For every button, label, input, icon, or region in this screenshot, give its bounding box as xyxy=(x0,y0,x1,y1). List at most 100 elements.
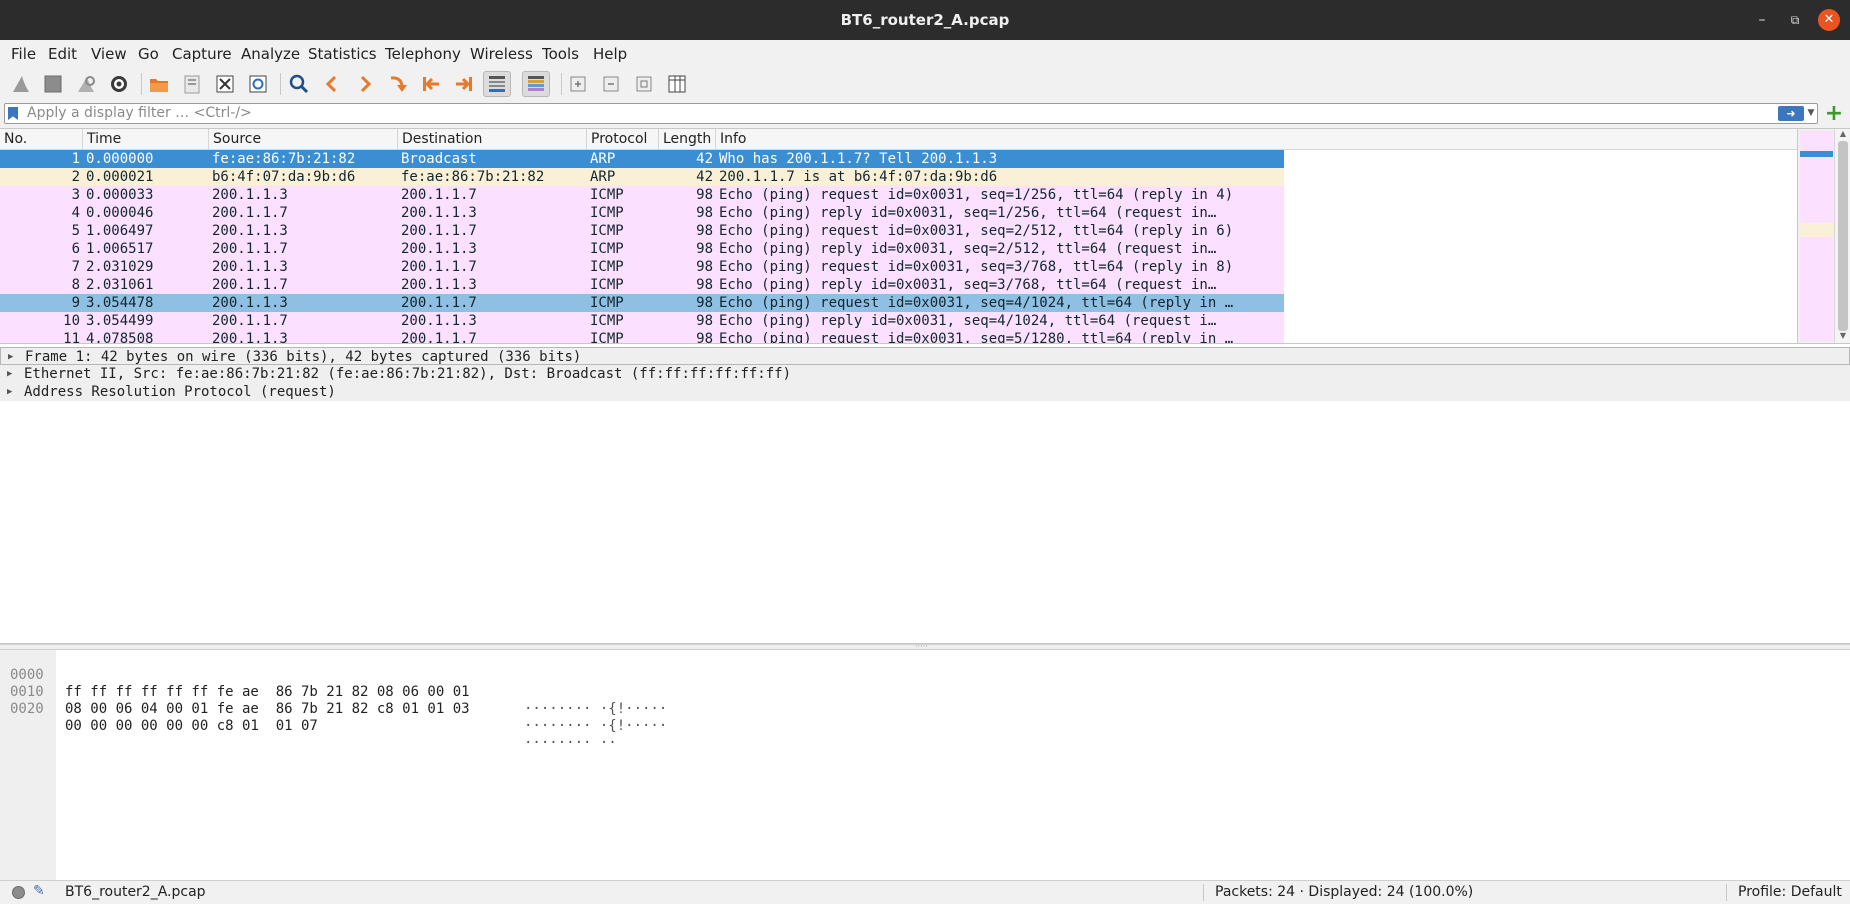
menu-go[interactable]: Go xyxy=(138,40,159,68)
bytes-hex[interactable]: 00 00 00 00 00 00 c8 01 01 07 xyxy=(65,718,318,735)
packet-cell-dst: Broadcast xyxy=(401,151,477,167)
menu-help[interactable]: Help xyxy=(593,40,627,68)
detail-row-arp[interactable]: ▶ Address Resolution Protocol (request) xyxy=(0,383,1850,401)
packet-cell-no: 2 xyxy=(71,169,80,185)
packet-cell-time: 0.000021 xyxy=(86,169,154,185)
bookmark-icon[interactable] xyxy=(8,107,18,120)
add-filter-button-plus-icon[interactable]: + xyxy=(1824,103,1844,125)
packet-cell-len: 98 xyxy=(696,331,713,344)
reload-icon[interactable] xyxy=(244,71,272,97)
column-header-no[interactable]: No. xyxy=(0,129,83,149)
search-icon[interactable] xyxy=(285,71,313,97)
go-back-icon[interactable] xyxy=(318,71,346,97)
scroll-down-arrow-icon[interactable]: ▼ xyxy=(1835,331,1850,340)
packet-row[interactable]: 8 2.031061 200.1.1.7 200.1.1.3 ICMP 98 Echo (p… xyxy=(0,276,1284,294)
bytes-row[interactable]: 0020 00 00 00 00 00 00 c8 01 01 07 ·····… xyxy=(0,684,617,751)
options-gear-icon[interactable] xyxy=(105,71,133,97)
first-packet-icon[interactable] xyxy=(417,71,445,97)
column-header-length[interactable]: Length xyxy=(659,129,716,149)
go-forward-icon[interactable] xyxy=(351,71,379,97)
display-filter-bar: Apply a display filter … <Ctrl-/> ➜ ▼ + xyxy=(0,100,1850,128)
packet-row[interactable]: 5 1.006497 200.1.1.3 200.1.1.7 ICMP 98 Echo (p… xyxy=(0,222,1284,240)
menu-file[interactable]: File xyxy=(11,40,36,68)
zoom-out-icon[interactable] xyxy=(597,71,625,97)
packet-row[interactable]: 3 0.000033 200.1.1.3 200.1.1.7 ICMP 98 Echo (p… xyxy=(0,186,1284,204)
expand-triangle-icon[interactable]: ▶ xyxy=(7,365,12,383)
packet-row[interactable]: 2 0.000021 b6:4f:07:da:9b:d6 fe:ae:86:7b:21… xyxy=(0,168,1284,186)
packet-row[interactable]: 6 1.006517 200.1.1.7 200.1.1.3 ICMP 98 Echo (p… xyxy=(0,240,1284,258)
save-icon[interactable] xyxy=(178,71,206,97)
status-profile[interactable]: Profile: Default xyxy=(1738,881,1842,904)
menu-wireless[interactable]: Wireless xyxy=(470,40,533,68)
packet-minimap[interactable] xyxy=(1797,129,1834,343)
status-packet-count: Packets: 24 · Displayed: 24 (100.0%) xyxy=(1215,884,1474,900)
restart-icon[interactable] xyxy=(72,71,100,97)
bytes-row[interactable]: 0010 08 00 06 04 00 01 fe ae 86 7b 21 82… xyxy=(0,667,667,734)
bytes-ascii[interactable]: ········ ·{!····· xyxy=(524,718,667,735)
column-header-info[interactable]: Info xyxy=(716,129,1797,149)
close-file-icon[interactable] xyxy=(211,71,239,97)
filter-history-chevron-down-icon[interactable]: ▼ xyxy=(1805,104,1817,123)
status-file-name: BT6_router2_A.pcap xyxy=(65,884,206,900)
menu-edit[interactable]: Edit xyxy=(48,40,77,68)
bytes-ascii[interactable]: ········ ·{!····· xyxy=(524,701,667,718)
packet-row[interactable]: 1 0.000000 fe:ae:86:7b:21:82 Broadcast ARP 42… xyxy=(0,150,1284,168)
packet-cell-proto: ICMP xyxy=(590,223,624,239)
minimap-segment xyxy=(1800,237,1833,341)
packet-cell-src: fe:ae:86:7b:21:82 xyxy=(212,151,356,167)
packet-cell-info: Echo (ping) reply id=0x0031, seq=3/768, … xyxy=(719,277,1217,293)
packet-row[interactable]: 7 2.031029 200.1.1.3 200.1.1.7 ICMP 98 Echo (p… xyxy=(0,258,1284,276)
menu-capture[interactable]: Capture xyxy=(172,40,232,68)
menu-telephony[interactable]: Telephony xyxy=(385,40,461,68)
bytes-row[interactable]: 0000 ff ff ff ff ff ff fe ae 86 7b 21 82… xyxy=(0,650,667,717)
shark-fin-start-icon[interactable] xyxy=(7,71,35,97)
apply-filter-arrow-icon[interactable]: ➜ xyxy=(1778,106,1804,121)
bytes-hex[interactable]: ff ff ff ff ff ff fe ae 86 7b 21 82 08 0… xyxy=(65,684,470,701)
column-header-time[interactable]: Time xyxy=(83,129,209,149)
minimap-segment xyxy=(1800,131,1833,151)
expand-triangle-icon[interactable]: ▶ xyxy=(7,383,12,401)
packet-cell-len: 42 xyxy=(696,169,713,185)
detail-row-text: Ethernet II, Src: fe:ae:86:7b:21:82 (fe:… xyxy=(24,366,792,382)
menu-analyze[interactable]: Analyze xyxy=(241,40,300,68)
menu-tools[interactable]: Tools xyxy=(542,40,579,68)
resize-columns-icon[interactable] xyxy=(663,71,691,97)
close-icon[interactable]: ✕ xyxy=(1818,9,1840,31)
detail-row-frame[interactable]: ▶ Frame 1: 42 bytes on wire (336 bits), … xyxy=(0,347,1850,365)
expand-triangle-icon[interactable]: ▶ xyxy=(8,348,13,366)
autoscroll-icon[interactable] xyxy=(483,71,511,97)
last-packet-icon[interactable] xyxy=(450,71,478,97)
packet-rows: 1 0.000000 fe:ae:86:7b:21:82 Broadcast ARP 42… xyxy=(0,150,1284,344)
zoom-in-icon[interactable] xyxy=(564,71,592,97)
packet-cell-info: Echo (ping) reply id=0x0031, seq=4/1024,… xyxy=(719,313,1217,329)
detail-row-ethernet[interactable]: ▶ Ethernet II, Src: fe:ae:86:7b:21:82 (f… xyxy=(0,365,1850,383)
packet-row[interactable]: 10 3.054499 200.1.1.7 200.1.1.3 ICMP 98 Echo (… xyxy=(0,312,1284,330)
packet-list-pane[interactable]: No. Time Source Destination Protocol Len… xyxy=(0,128,1850,344)
packet-row[interactable]: 4 0.000046 200.1.1.7 200.1.1.3 ICMP 98 Echo (p… xyxy=(0,204,1284,222)
column-header-destination[interactable]: Destination xyxy=(398,129,587,149)
packet-cell-info: Echo (ping) reply id=0x0031, seq=1/256, … xyxy=(719,205,1217,221)
packet-row[interactable]: 9 3.054478 200.1.1.3 200.1.1.7 ICMP 98 Echo (p… xyxy=(0,294,1284,312)
scrollbar-thumb[interactable] xyxy=(1838,141,1848,331)
bytes-ascii[interactable]: ········ ·· xyxy=(524,735,617,752)
display-filter-input[interactable]: Apply a display filter … <Ctrl-/> ➜ ▼ xyxy=(4,103,1818,124)
bytes-hex[interactable]: 08 00 06 04 00 01 fe ae 86 7b 21 82 c8 0… xyxy=(65,701,470,718)
capture-comment-pen-icon[interactable]: ✎ xyxy=(33,883,45,899)
packet-list-scrollbar[interactable]: ▲ ▼ xyxy=(1834,129,1850,343)
column-header-protocol[interactable]: Protocol xyxy=(587,129,659,149)
go-to-packet-icon[interactable] xyxy=(384,71,412,97)
packet-row[interactable]: 11 4.078508 200.1.1.3 200.1.1.7 ICMP 98 Echo (… xyxy=(0,330,1284,344)
expert-info-status-icon[interactable] xyxy=(12,886,25,899)
normal-size-icon[interactable] xyxy=(630,71,658,97)
packet-cell-info: 200.1.1.7 is at b6:4f:07:da:9b:d6 xyxy=(719,169,998,185)
colorize-icon[interactable] xyxy=(522,71,550,97)
column-header-source[interactable]: Source xyxy=(209,129,398,149)
scroll-up-arrow-icon[interactable]: ▲ xyxy=(1835,129,1850,138)
menu-view[interactable]: View xyxy=(91,40,127,68)
minimize-icon[interactable]: – xyxy=(1752,10,1772,30)
open-folder-icon[interactable] xyxy=(145,71,173,97)
packet-details-pane: ▶ Frame 1: 42 bytes on wire (336 bits), … xyxy=(0,346,1850,644)
maximize-icon[interactable]: ⧉ xyxy=(1785,10,1805,30)
stop-icon[interactable] xyxy=(39,71,67,97)
menu-statistics[interactable]: Statistics xyxy=(308,40,377,68)
